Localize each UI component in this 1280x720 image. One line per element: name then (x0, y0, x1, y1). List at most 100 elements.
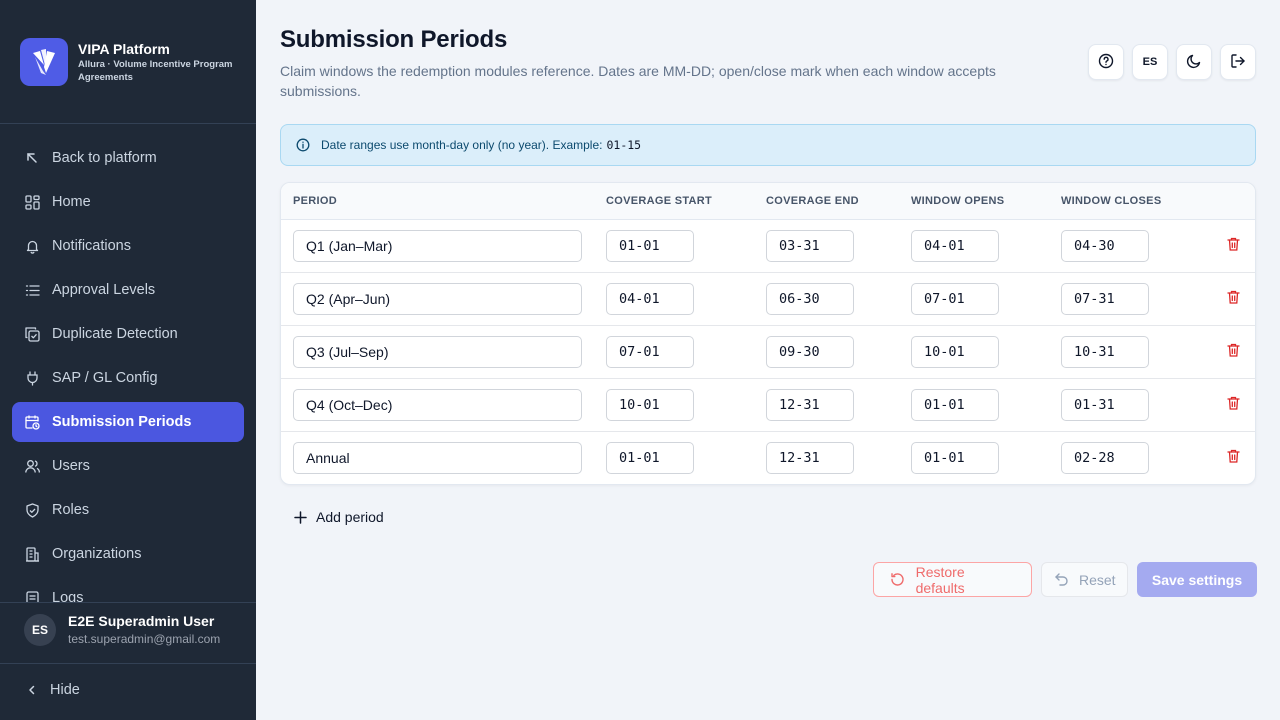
plus-icon (292, 509, 308, 525)
page-description: Claim windows the redemption modules ref… (280, 63, 996, 99)
help-circle-icon (1098, 53, 1114, 72)
theme-toggle-button[interactable] (1176, 44, 1212, 80)
chevron-left-icon (24, 682, 40, 698)
window-opens-input[interactable]: 07-01 (911, 283, 999, 315)
table-row: Q3 (Jul–Sep) 07-01 09-30 10-01 10-31 (281, 326, 1255, 379)
list-icon (24, 282, 40, 298)
sidebar-item-label: Home (52, 194, 91, 210)
sidebar-item-approval-levels[interactable]: Approval Levels (12, 270, 244, 310)
hide-sidebar-button[interactable]: Hide (24, 682, 80, 698)
add-period-button[interactable]: Add period (292, 509, 384, 525)
delete-period-button[interactable] (1226, 237, 1240, 253)
shield-check-icon (24, 502, 40, 518)
delete-period-button[interactable] (1226, 290, 1240, 306)
info-icon (295, 137, 311, 153)
table-row: Q4 (Oct–Dec) 10-01 12-31 01-01 01-31 (281, 379, 1255, 432)
sidebar-item-logs[interactable]: Logs (12, 578, 244, 602)
coverage-end-input[interactable]: 12-31 (766, 442, 854, 474)
sidebar-item-label: Duplicate Detection (52, 326, 178, 342)
brand-subtitle: Allura · Volume Incentive Program Agreem… (78, 59, 233, 83)
logs-icon (24, 590, 40, 602)
sidebar-item-users[interactable]: Users (12, 446, 244, 486)
column-header-period: PERIOD (293, 195, 337, 207)
coverage-end-input[interactable]: 03-31 (766, 230, 854, 262)
restore-defaults-label: Restore defaults (915, 563, 965, 596)
brand[interactable]: VIPA Platform Allura · Volume Incentive … (20, 38, 238, 86)
delete-period-button[interactable] (1226, 343, 1240, 362)
coverage-start-input[interactable]: 10-01 (606, 389, 694, 421)
coverage-end-input[interactable]: 12-31 (766, 389, 854, 421)
info-banner: Date ranges use month-day only (no year)… (280, 124, 1256, 166)
period-name-input[interactable]: Q1 (Jan–Mar) (293, 230, 582, 262)
column-header-coverage-end: COVERAGE END (766, 195, 859, 207)
sidebar-divider (0, 663, 256, 664)
window-closes-input[interactable]: 02-28 (1061, 442, 1149, 474)
window-opens-input[interactable]: 10-01 (911, 336, 999, 368)
brand-title: VIPA Platform (78, 41, 170, 57)
window-opens-input[interactable]: 04-01 (911, 230, 999, 262)
coverage-start-input[interactable]: 07-01 (606, 336, 694, 368)
trash-icon (1226, 343, 1240, 362)
sidebar-item-submission-periods[interactable]: Submission Periods (12, 402, 244, 442)
sidebar-item-label: Organizations (52, 546, 142, 562)
sidebar-item-duplicate-detection[interactable]: Duplicate Detection (12, 314, 244, 354)
logout-icon (1230, 53, 1246, 72)
window-closes-input[interactable]: 10-31 (1061, 336, 1149, 368)
reset-label: Reset (1079, 571, 1116, 588)
user-profile[interactable]: ES E2E Superadmin User test.superadmin@g… (24, 613, 220, 647)
bell-icon (24, 238, 40, 254)
save-settings-button[interactable]: Save settings (1137, 562, 1257, 597)
user-email: test.superadmin@gmail.com (68, 632, 221, 646)
coverage-end-input[interactable]: 09-30 (766, 336, 854, 368)
coverage-start-input[interactable]: 01-01 (606, 442, 694, 474)
info-example: 01-15 (606, 138, 642, 152)
sidebar-item-notifications[interactable]: Notifications (12, 226, 244, 266)
table-header: PERIOD COVERAGE START COVERAGE END WINDO… (281, 183, 1255, 220)
period-name-input[interactable]: Q3 (Jul–Sep) (293, 336, 582, 368)
window-opens-input[interactable]: 01-01 (911, 389, 999, 421)
hide-label: Hide (50, 682, 80, 698)
sidebar-item-back-to-platform[interactable]: Back to platform (12, 138, 244, 178)
sidebar-nav: Back to platform Home Notifications Appr… (12, 138, 244, 602)
sidebar-item-home[interactable]: Home (12, 182, 244, 222)
sidebar-item-roles[interactable]: Roles (12, 490, 244, 530)
dashboard-icon (24, 194, 40, 210)
restore-defaults-button[interactable]: Restore defaults (873, 562, 1032, 597)
sidebar-divider (0, 123, 256, 124)
user-name: E2E Superadmin User (68, 613, 215, 629)
table-row: Q2 (Apr–Jun) 04-01 06-30 07-01 07-31 (281, 273, 1255, 326)
help-button[interactable] (1088, 44, 1124, 80)
undo-icon (1054, 572, 1069, 588)
sidebar-item-label: Approval Levels (52, 282, 156, 298)
sidebar-item-label: Roles (52, 502, 90, 518)
column-header-coverage-start: COVERAGE START (606, 195, 713, 207)
plug-icon (24, 370, 40, 386)
column-header-window-closes: WINDOW CLOSES (1061, 195, 1162, 207)
coverage-start-input[interactable]: 01-01 (606, 230, 694, 262)
coverage-start-input[interactable]: 04-01 (606, 283, 694, 315)
reset-button[interactable]: Reset (1041, 562, 1128, 597)
delete-period-button[interactable] (1226, 449, 1240, 465)
sidebar-item-organizations[interactable]: Organizations (12, 534, 244, 574)
page-title: Submission Periods (280, 26, 508, 53)
trash-icon (1226, 396, 1240, 415)
building-icon (24, 546, 40, 562)
window-closes-input[interactable]: 07-31 (1061, 283, 1149, 315)
window-opens-input[interactable]: 01-01 (911, 442, 999, 474)
language-button[interactable]: ES (1132, 44, 1168, 80)
window-closes-input[interactable]: 04-30 (1061, 230, 1149, 262)
delete-period-button[interactable] (1226, 396, 1240, 415)
rotate-ccw-icon (890, 572, 906, 588)
period-name-input[interactable]: Q2 (Apr–Jun) (293, 283, 582, 315)
period-name-input[interactable]: Q4 (Oct–Dec) (293, 389, 582, 421)
window-closes-input[interactable]: 01-31 (1061, 389, 1149, 421)
period-name-input[interactable]: Annual (293, 442, 582, 474)
coverage-end-input[interactable]: 06-30 (766, 283, 854, 315)
sidebar-item-label: Users (52, 458, 90, 474)
logout-button[interactable] (1220, 44, 1256, 80)
sidebar-item-sap-gl-config[interactable]: SAP / GL Config (12, 358, 244, 398)
add-period-label: Add period (316, 509, 384, 525)
sidebar-divider (0, 602, 256, 603)
copy-check-icon (24, 326, 40, 342)
sidebar-item-label: SAP / GL Config (52, 370, 158, 386)
